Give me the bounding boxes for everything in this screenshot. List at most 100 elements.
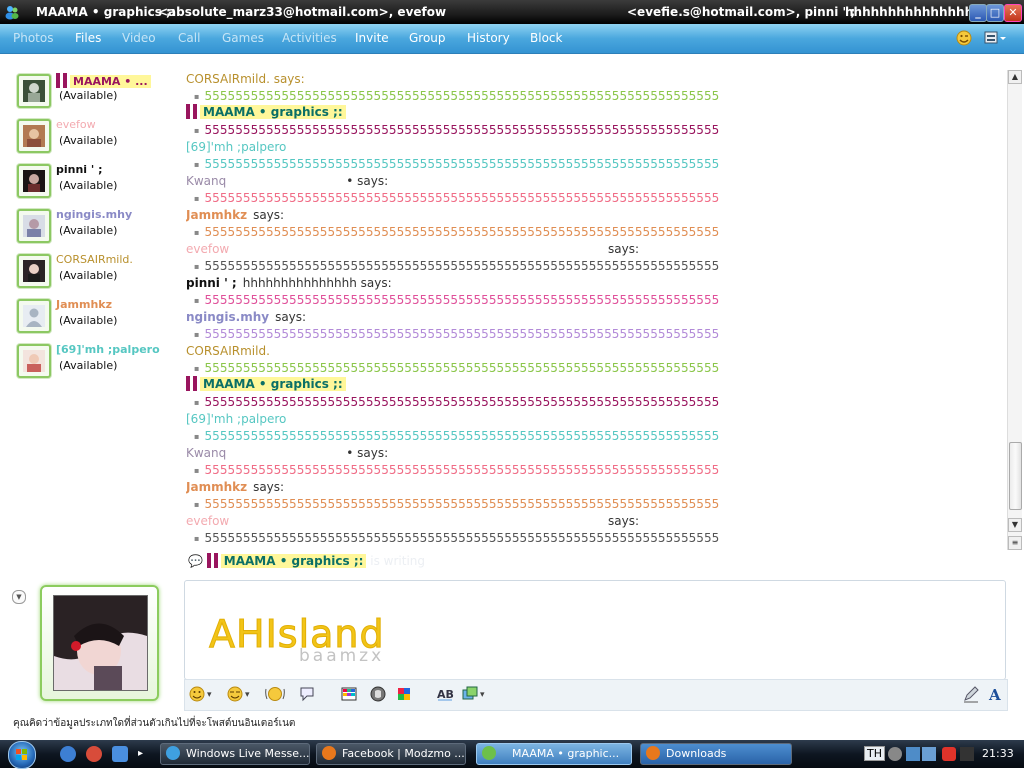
- quicklaunch-more-icon[interactable]: ▸: [138, 746, 154, 762]
- message-input[interactable]: AHIsland baamzx: [184, 580, 1006, 680]
- sender-line: evefow says:: [186, 242, 639, 259]
- share-photos-icon[interactable]: [460, 685, 485, 705]
- menu-files[interactable]: Files: [75, 31, 101, 45]
- firefox-icon: [646, 746, 660, 760]
- avatar[interactable]: [17, 344, 51, 378]
- menu-call[interactable]: Call: [178, 31, 200, 45]
- task-conversation[interactable]: MAAMA • graphic...: [476, 743, 632, 765]
- clock: 21:33: [982, 747, 1014, 760]
- tray-speaker-icon[interactable]: [888, 747, 902, 761]
- menu-video[interactable]: Video: [122, 31, 156, 45]
- scroll-end-icon[interactable]: ≡: [1008, 536, 1022, 550]
- sender-line: pinni ' ; hhhhhhhhhhhhhhh says:: [186, 276, 392, 293]
- conversation-history[interactable]: CORSAIRmild. says:5555555555555555555555…: [186, 70, 1002, 570]
- message-text: 5555555555555555555555555555555555555555…: [194, 327, 719, 344]
- nudge-icon[interactable]: [265, 685, 285, 705]
- own-display-picture-frame[interactable]: [40, 585, 159, 701]
- translate-icon[interactable]: AB: [435, 685, 455, 705]
- participant-status: (Available): [59, 314, 118, 327]
- message-text: 5555555555555555555555555555555555555555…: [194, 463, 719, 480]
- default-avatar-icon: [23, 305, 45, 327]
- says-label: • says:: [346, 446, 389, 460]
- voice-icon[interactable]: [368, 685, 388, 705]
- window-title-email-2: <evefie.s@hotmail.com>, pinni ' ;: [627, 5, 856, 19]
- message-text: 5555555555555555555555555555555555555555…: [194, 395, 719, 412]
- menu-games[interactable]: Games: [222, 31, 264, 45]
- sender-name: ngingis.mhy: [186, 310, 270, 324]
- participant-item[interactable]: [69]'mh ;palpero (Available): [16, 342, 181, 382]
- menu-activities[interactable]: Activities: [282, 31, 337, 45]
- quicklaunch-ie-icon[interactable]: [60, 746, 76, 762]
- sender-name: Kwanq: [186, 446, 227, 460]
- participant-item[interactable]: Jammhkz (Available): [16, 297, 181, 337]
- language-indicator[interactable]: TH: [864, 746, 885, 761]
- svg-text:baamzx: baamzx: [299, 646, 384, 663]
- participant-status: (Available): [59, 224, 118, 237]
- windows-logo-icon: [16, 749, 27, 760]
- window-title-email-1: <absolute_marz33@hotmail.com>, evefow: [158, 5, 447, 19]
- maximize-button[interactable]: □: [986, 4, 1004, 22]
- sender-name: Jammhkz: [186, 480, 248, 494]
- message-text: 5555555555555555555555555555555555555555…: [194, 225, 719, 242]
- minimize-button[interactable]: _: [969, 4, 987, 22]
- messenger-buddy-icon: [482, 746, 496, 760]
- participant-item[interactable]: evefow (Available): [16, 117, 181, 157]
- wink-icon[interactable]: [955, 29, 973, 47]
- task-downloads[interactable]: Downloads: [640, 743, 792, 765]
- start-button[interactable]: [8, 741, 36, 769]
- tray-network-icon[interactable]: [906, 747, 920, 761]
- voice-clip-icon[interactable]: [297, 685, 317, 705]
- task-facebook[interactable]: Facebook | Modzmo ...: [316, 743, 466, 765]
- avatar[interactable]: [17, 164, 51, 198]
- avatar[interactable]: [17, 209, 51, 243]
- menu-photos[interactable]: Photos: [13, 31, 53, 45]
- avatar-image: [23, 215, 45, 237]
- firefox-icon: [322, 746, 336, 760]
- tray-antivirus-icon[interactable]: [942, 747, 956, 761]
- task-messenger[interactable]: Windows Live Messe...: [160, 743, 310, 765]
- avatar[interactable]: [17, 299, 51, 333]
- tray-display-icon[interactable]: [922, 747, 936, 761]
- participant-item[interactable]: ngingis.mhy (Available): [16, 207, 181, 247]
- sender-name: Kwanq: [186, 174, 227, 188]
- sender-line: Jammhkz says:: [186, 480, 284, 497]
- conversation-scrollbar[interactable]: ▲ ▼ ≡: [1007, 70, 1022, 550]
- menu-invite[interactable]: Invite: [355, 31, 389, 45]
- quicklaunch-switch-icon[interactable]: [112, 746, 128, 762]
- collapse-toggle-icon[interactable]: ▼: [12, 590, 26, 604]
- tray-signal-icon[interactable]: [960, 747, 974, 761]
- close-button[interactable]: ✕: [1004, 4, 1022, 22]
- participant-status: (Available): [59, 134, 118, 147]
- sender-line: MAAMA • graphics ;:: [186, 376, 346, 393]
- menu-history[interactable]: History: [467, 31, 510, 45]
- avatar[interactable]: [17, 119, 51, 153]
- participant-name: [69]'mh ;palpero: [56, 343, 160, 356]
- participant-item[interactable]: pinni ' ; (Available): [16, 162, 181, 202]
- participant-name: ngingis.mhy: [56, 208, 133, 221]
- participant-name: evefow: [56, 118, 96, 131]
- sender-name: pinni ' ;: [186, 276, 237, 290]
- menu-block[interactable]: Block: [530, 31, 562, 45]
- participant-name: CORSAIRmild.: [56, 253, 133, 266]
- participant-item[interactable]: CORSAIRmild. (Available): [16, 252, 181, 292]
- handwriting-pen-icon[interactable]: [961, 685, 981, 705]
- participant-list: MAAMA • ... (Available) evefow (Availabl…: [0, 54, 180, 574]
- emoticon-icon[interactable]: [187, 685, 212, 705]
- sender-line: MAAMA • graphics ;:: [186, 104, 346, 121]
- font-icon[interactable]: A: [985, 685, 1005, 705]
- sender-name: Jammhkz: [186, 208, 248, 222]
- scroll-up-arrow-icon[interactable]: ▲: [1008, 70, 1022, 84]
- sender-line: CORSAIRmild.: [186, 344, 270, 361]
- games-icon[interactable]: [394, 685, 414, 705]
- wink-emoticon-icon[interactable]: [225, 685, 250, 705]
- sender-name: [69]'mh ;palpero: [186, 412, 287, 426]
- avatar[interactable]: [17, 254, 51, 288]
- scroll-thumb[interactable]: [1009, 442, 1022, 510]
- quicklaunch-app-icon[interactable]: [86, 746, 102, 762]
- menu-group[interactable]: Group: [409, 31, 446, 45]
- avatar[interactable]: [17, 74, 51, 108]
- scroll-down-arrow-icon[interactable]: ▼: [1008, 518, 1022, 532]
- options-menu-icon[interactable]: [984, 30, 1008, 46]
- background-icon[interactable]: [339, 685, 359, 705]
- participant-item[interactable]: MAAMA • ... (Available): [16, 72, 181, 112]
